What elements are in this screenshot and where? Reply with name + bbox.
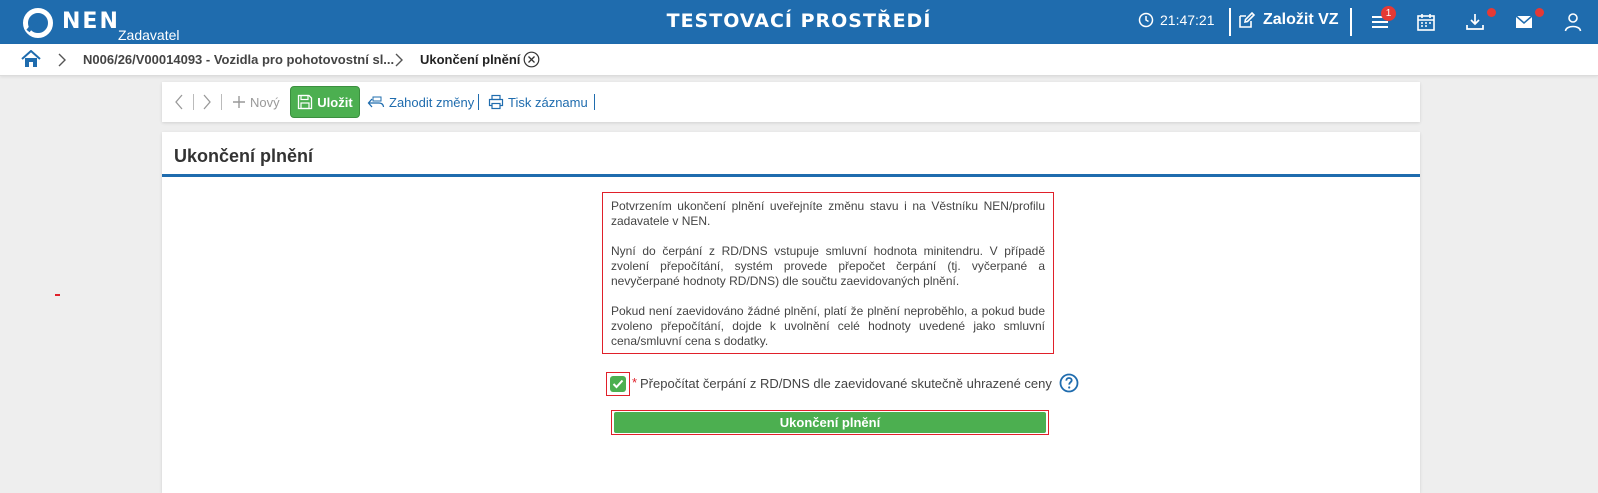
header-divider xyxy=(1350,8,1352,36)
download-icon[interactable] xyxy=(1464,11,1486,33)
save-icon xyxy=(298,94,313,110)
discard-changes-button[interactable]: Zahodit změny xyxy=(367,82,474,122)
logo-subtitle: Zadavatel xyxy=(118,27,180,43)
user-icon[interactable] xyxy=(1562,11,1584,33)
print-icon xyxy=(488,94,504,110)
required-marker: * xyxy=(632,375,638,390)
session-clock: 21:47:21 xyxy=(1138,12,1215,28)
home-icon[interactable] xyxy=(21,50,41,68)
info-paragraph: Nyní do čerpání z RD/DNS vstupuje smluvn… xyxy=(611,244,1045,288)
edit-icon xyxy=(1239,11,1256,28)
logo-text: NEN xyxy=(62,9,120,34)
clock-time: 21:47:21 xyxy=(1160,12,1215,28)
recalculate-checkbox[interactable] xyxy=(606,372,630,396)
checkmark-icon xyxy=(612,379,624,389)
save-button[interactable]: Uložit xyxy=(290,86,360,118)
close-icon[interactable] xyxy=(523,51,540,68)
toolbar-divider xyxy=(594,94,595,110)
logo-ring-icon xyxy=(23,8,53,38)
plus-icon xyxy=(233,96,245,108)
undo-icon xyxy=(367,96,385,108)
new-record-label: Nový xyxy=(250,94,280,110)
print-record-label: Tisk záznamu xyxy=(508,94,588,110)
mail-icon[interactable] xyxy=(1513,11,1535,33)
toolbar-divider xyxy=(221,94,222,110)
finish-performance-button[interactable]: Ukončení plnění xyxy=(614,412,1046,433)
page-title: Ukončení plnění xyxy=(174,146,314,166)
toolbar-divider xyxy=(478,94,479,110)
create-vz-label: Založit VZ xyxy=(1263,11,1339,28)
record-toolbar: Nový Uložit Zahodit změny Tisk záznamu xyxy=(162,82,1420,122)
menu-badge: 1 xyxy=(1381,6,1396,21)
title-underline xyxy=(162,174,1420,177)
breadcrumb: N006/26/V00014093 - Vozidla pro pohotovo… xyxy=(0,44,1598,76)
previous-record-icon[interactable] xyxy=(174,94,184,110)
chevron-right-icon xyxy=(395,53,403,67)
next-record-icon[interactable] xyxy=(202,94,212,110)
info-paragraph: Pokud není zaevidováno žádné plnění, pla… xyxy=(611,304,1045,348)
side-marker xyxy=(55,294,60,296)
help-icon[interactable] xyxy=(1059,373,1079,393)
new-record-button[interactable]: Nový xyxy=(232,82,280,122)
chevron-right-icon xyxy=(58,53,66,67)
discard-changes-label: Zahodit změny xyxy=(389,94,475,110)
info-message-box: Potvrzením ukončení plnění uveřejníte zm… xyxy=(602,192,1054,354)
mail-notification-dot xyxy=(1535,8,1544,17)
toolbar-divider xyxy=(193,94,194,110)
header-divider xyxy=(1229,8,1231,36)
print-record-button[interactable]: Tisk záznamu xyxy=(488,82,588,122)
calendar-icon[interactable] xyxy=(1415,11,1437,33)
save-label: Uložit xyxy=(317,94,353,110)
recalculate-checkbox-label[interactable]: Přepočítat čerpání z RD/DNS dle zaevidov… xyxy=(640,376,1052,391)
clock-icon xyxy=(1138,12,1154,28)
create-vz-button[interactable]: Založit VZ xyxy=(1238,11,1339,29)
environment-title: TESTOVACÍ PROSTŘEDÍ xyxy=(666,10,932,32)
breadcrumb-item-current: Ukončení plnění xyxy=(420,52,521,67)
top-header: NEN Zadavatel TESTOVACÍ PROSTŘEDÍ 21:47:… xyxy=(0,0,1598,44)
download-notification-dot xyxy=(1487,8,1496,17)
breadcrumb-item-record[interactable]: N006/26/V00014093 - Vozidla pro pohotovo… xyxy=(83,52,394,67)
checkbox-checked xyxy=(610,376,626,392)
info-paragraph: Potvrzením ukončení plnění uveřejníte zm… xyxy=(611,199,1045,228)
